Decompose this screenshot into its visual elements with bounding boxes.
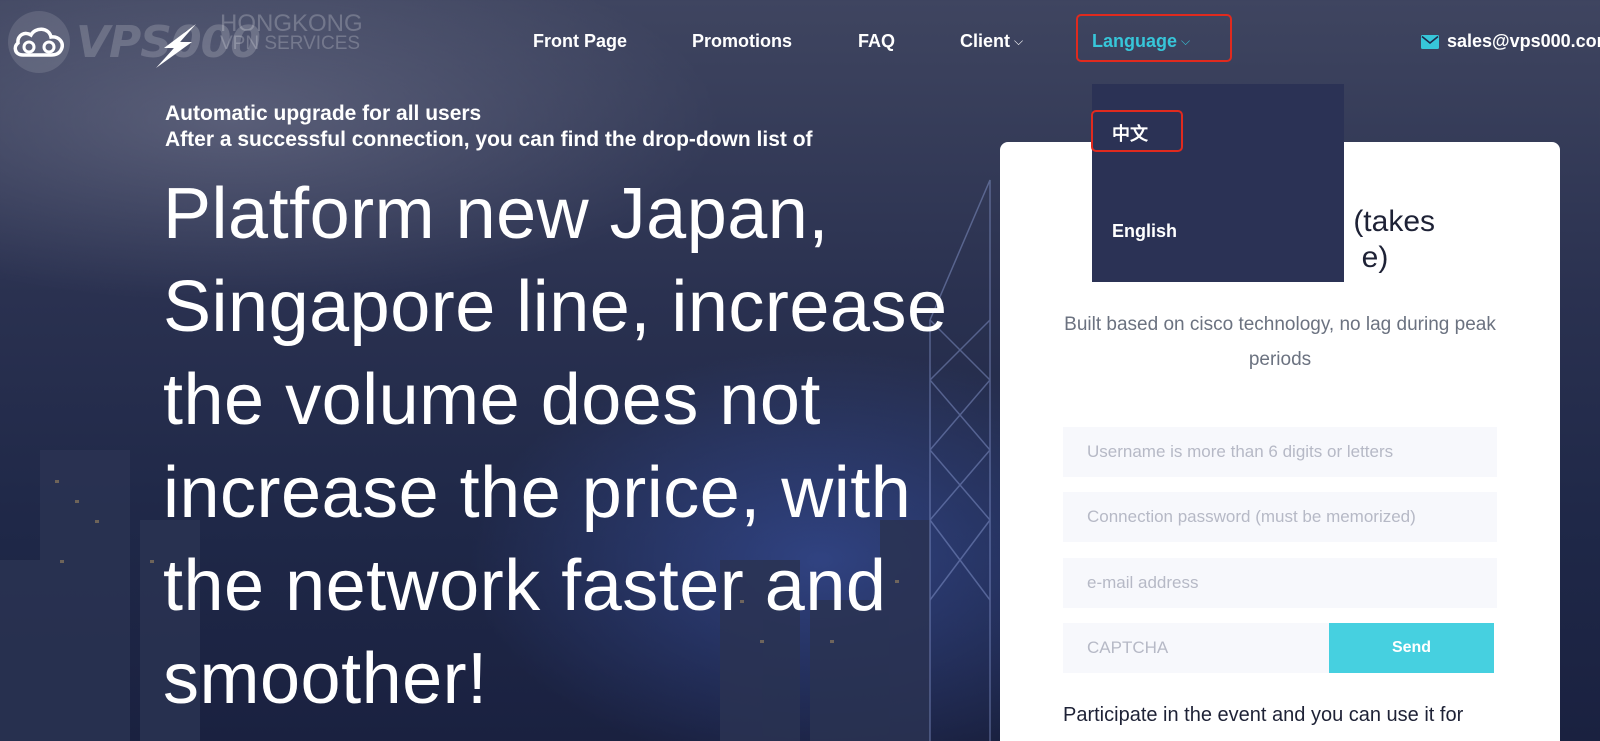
nav-faq[interactable]: FAQ <box>858 31 895 52</box>
username-input[interactable] <box>1063 427 1497 477</box>
contact-email-text: sales@vps000.com <box>1447 31 1600 51</box>
contact-email[interactable]: sales@vps000.com <box>1421 31 1600 52</box>
hero-kicker-line2: After a successful connection, you can f… <box>165 128 813 151</box>
hero-headline: Platform new Japan, Singapore line, incr… <box>163 174 948 719</box>
email-input[interactable] <box>1063 558 1497 608</box>
chevron-down-icon: ⌵ <box>1014 34 1024 48</box>
language-option-english[interactable]: English <box>1112 221 1177 242</box>
hero-kicker: Automatic upgrade for all users After a … <box>165 101 813 153</box>
hero-kicker-line1: Automatic upgrade for all users <box>165 102 482 125</box>
language-highlight-box <box>1076 14 1232 62</box>
send-captcha-button[interactable]: Send <box>1329 623 1494 673</box>
nav-client[interactable]: Client ⌵ <box>960 31 1023 52</box>
chinese-option-highlight-box <box>1091 110 1183 152</box>
main-nav: Front Page Promotions FAQ Client ⌵ Langua… <box>0 28 1600 58</box>
captcha-input[interactable] <box>1063 623 1329 673</box>
nav-client-label: Client <box>960 31 1011 51</box>
password-input[interactable] <box>1063 492 1497 542</box>
nav-promotions[interactable]: Promotions <box>692 31 792 52</box>
envelope-icon <box>1421 35 1439 49</box>
card-description: Built based on cisco technology, no lag … <box>1064 314 1496 370</box>
nav-front-page[interactable]: Front Page <box>533 31 627 52</box>
card-footer-text: Participate in the event and you can use… <box>1063 704 1464 726</box>
